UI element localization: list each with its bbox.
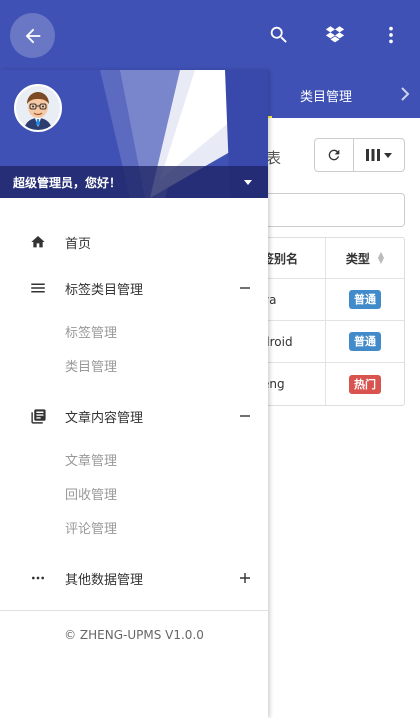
sort-icon: ▲ ▼ — [377, 250, 385, 265]
column-header-type-label: 类型 — [345, 251, 370, 266]
collapse-icon[interactable] — [238, 409, 252, 423]
copyright-footer: © ZHENG-UPMS V1.0.0 — [64, 628, 204, 642]
table-row[interactable]: va 普通 — [256, 279, 404, 321]
submenu-item-tag-management[interactable]: 标签管理 — [65, 324, 117, 344]
submenu-item-category-management[interactable]: 类目管理 — [65, 358, 117, 378]
search-button[interactable] — [267, 23, 291, 47]
data-table: 签别名 类型 ▲ ▼ va 普通 droid 普通 eng 热门 — [255, 237, 405, 406]
cell-type: 普通 — [326, 279, 404, 320]
caret-down-icon — [244, 180, 252, 185]
tab-scroll-right-button[interactable] — [397, 84, 413, 104]
caret-down-icon — [383, 153, 392, 158]
menu-item-home[interactable]: 首页 — [0, 224, 268, 260]
collapse-icon[interactable] — [238, 281, 252, 295]
menu-item-label: 标签类目管理 — [65, 282, 144, 298]
chevron-right-icon — [401, 87, 410, 101]
more-options-button[interactable] — [379, 23, 403, 47]
menu-item-label: 首页 — [65, 236, 92, 252]
table-row[interactable]: droid 普通 — [256, 321, 404, 363]
user-avatar-icon — [16, 86, 60, 130]
refresh-button[interactable] — [315, 139, 354, 171]
menu-icon — [28, 278, 48, 298]
columns-icon — [365, 149, 380, 161]
type-badge: 普通 — [349, 290, 381, 309]
menu-item-label: 文章内容管理 — [65, 410, 144, 426]
submenu-item-article-management[interactable]: 文章管理 — [65, 452, 117, 472]
type-badge: 热门 — [349, 374, 381, 394]
dropbox-button[interactable] — [323, 23, 347, 47]
user-avatar[interactable] — [14, 84, 62, 132]
table-row[interactable]: eng 热门 — [256, 363, 404, 405]
menu-item-label: 其他数据管理 — [65, 572, 144, 588]
refresh-icon — [328, 149, 340, 161]
drawer-header: 超级管理员，您好！ — [0, 70, 268, 198]
submenu-item-recycle-management[interactable]: 回收管理 — [65, 486, 117, 506]
navigation-drawer: 超级管理员，您好！ 首页 标签类目管理 标签管理 类目管理 文章内容管理 文章管… — [0, 70, 268, 718]
library-books-icon — [28, 406, 48, 426]
cell-type: 普通 — [326, 321, 404, 362]
more-horiz-icon — [28, 568, 48, 588]
home-icon — [28, 232, 48, 252]
expand-icon[interactable] — [238, 571, 252, 585]
search-input[interactable] — [255, 193, 405, 227]
menu-item-article-content[interactable]: 文章内容管理 — [0, 398, 268, 434]
menu-item-tag-category[interactable]: 标签类目管理 — [0, 270, 268, 306]
app-bar — [0, 0, 420, 70]
back-button[interactable] — [10, 13, 55, 58]
menu-item-other-data[interactable]: 其他数据管理 — [0, 560, 268, 596]
dropbox-icon — [325, 26, 345, 43]
page-title: 表 — [266, 149, 282, 167]
search-icon — [270, 26, 287, 43]
user-greeting: 超级管理员，您好！ — [13, 175, 122, 190]
user-menu-toggle[interactable]: 超级管理员，您好！ — [0, 166, 268, 198]
table-toolbar — [314, 138, 405, 172]
submenu-item-comment-management[interactable]: 评论管理 — [65, 520, 117, 540]
column-header-type[interactable]: 类型 ▲ ▼ — [326, 238, 404, 278]
more-vert-icon — [389, 26, 393, 44]
table-header-row: 签别名 类型 ▲ ▼ — [256, 238, 404, 279]
columns-dropdown-button[interactable] — [354, 139, 404, 171]
type-badge: 普通 — [349, 332, 381, 351]
divider — [0, 610, 268, 611]
back-arrow-icon — [25, 28, 40, 43]
cell-type: 热门 — [326, 363, 404, 405]
tab-category-management[interactable]: 类目管理 — [300, 86, 352, 105]
